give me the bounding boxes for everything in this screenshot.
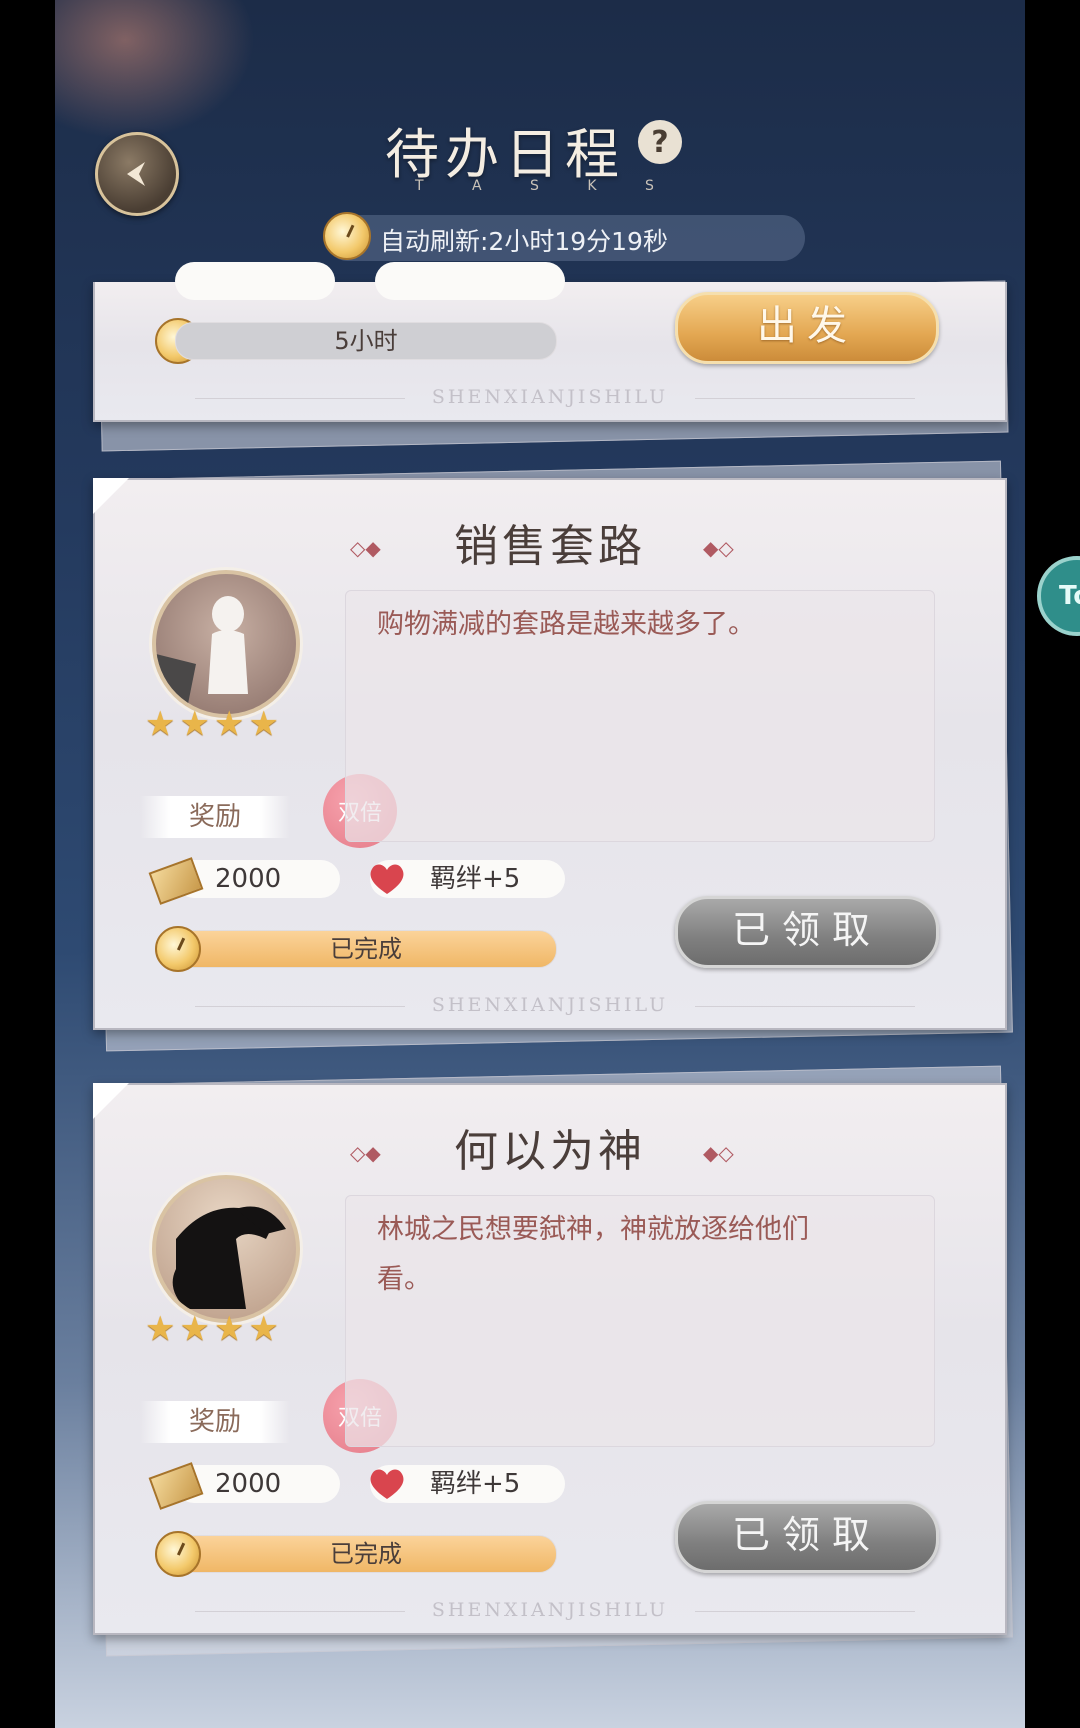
- task-description-line: 林城之民想要弑神，神就放逐给他们: [377, 1214, 809, 1245]
- star-rating: ★★★★: [145, 1309, 283, 1349]
- task-progress-bar: 已完成: [175, 1535, 557, 1573]
- title-ornament-right: ◆◇: [703, 1141, 734, 1165]
- stopwatch-icon: [155, 1531, 201, 1577]
- claimed-button[interactable]: 已领取: [675, 896, 939, 968]
- question-icon: ?: [651, 124, 669, 160]
- task-description: 购物满减的套路是越来越多了。: [377, 609, 755, 640]
- divider: [695, 1611, 915, 1612]
- claimed-button[interactable]: 已领取: [675, 1501, 939, 1573]
- character-avatar: [152, 570, 300, 718]
- card-footer-text: SHENXIANJISHILU: [431, 386, 669, 408]
- task-title: 销售套路: [454, 521, 646, 572]
- letterbox-right: [1025, 0, 1080, 1728]
- stopwatch-icon: [155, 926, 201, 972]
- task-status-text: 已完成: [330, 935, 402, 963]
- coin-reward-value: 2000: [215, 864, 282, 894]
- bond-reward-value: 羁绊+5: [430, 1469, 521, 1499]
- help-button[interactable]: ?: [638, 120, 682, 164]
- reward-label: 奖励: [140, 796, 290, 838]
- card-footer-text: SHENXIANJISHILU: [431, 994, 669, 1016]
- page-subtitle: T A S K S: [415, 178, 676, 194]
- title-ornament-right: ◆◇: [703, 536, 734, 560]
- task-card: ◇◆ 销售套路 ◆◇ ★★★★ 奖励 双倍 2000 羁绊+5 已完成 已: [93, 478, 1007, 1030]
- task-description-line: 看。: [377, 1264, 431, 1295]
- refresh-timer: 自动刷新:2小时19分19秒: [380, 227, 668, 256]
- bond-pill-partial: [375, 262, 565, 300]
- corner-fold: [93, 1083, 129, 1119]
- coin-reward-value: 2000: [215, 1469, 282, 1499]
- divider: [695, 1006, 915, 1007]
- task-title: 何以为神: [454, 1126, 646, 1177]
- character-avatar: [152, 1175, 300, 1323]
- corner-fold: [93, 478, 129, 514]
- star-rating: ★★★★: [145, 704, 283, 744]
- task-progress-bar: 已完成: [175, 930, 557, 968]
- task-card-partial: 5小时 出发 SHENXIANJISHILU: [93, 262, 1007, 422]
- stopwatch-icon: [323, 212, 371, 260]
- tasks-screen: 待办日程 ? T A S K S 自动刷新:2小时19分19秒 5小时 出发 S…: [55, 0, 1025, 1728]
- back-arrow-icon: [127, 162, 145, 186]
- coin-pill-partial: [175, 262, 335, 300]
- back-button[interactable]: [95, 132, 179, 216]
- task-status-text: 已完成: [330, 1540, 402, 1568]
- heart-icon: [370, 1469, 404, 1499]
- depart-button[interactable]: 出发: [675, 292, 939, 364]
- task-card: ◇◆ 何以为神 ◆◇ ★★★★ 奖励 双倍 2000 羁绊+5 已完成 已领取: [93, 1083, 1007, 1635]
- task-description: 林城之民想要弑神，神就放逐给他们 看。: [377, 1205, 907, 1305]
- card-footer-text: SHENXIANJISHILU: [431, 1599, 669, 1621]
- divider: [695, 398, 915, 399]
- duration-text: 5小时: [334, 327, 398, 355]
- heart-icon: [370, 864, 404, 894]
- reward-label: 奖励: [140, 1401, 290, 1443]
- duration-bar: 5小时: [175, 322, 557, 360]
- bond-reward-value: 羁绊+5: [430, 864, 521, 894]
